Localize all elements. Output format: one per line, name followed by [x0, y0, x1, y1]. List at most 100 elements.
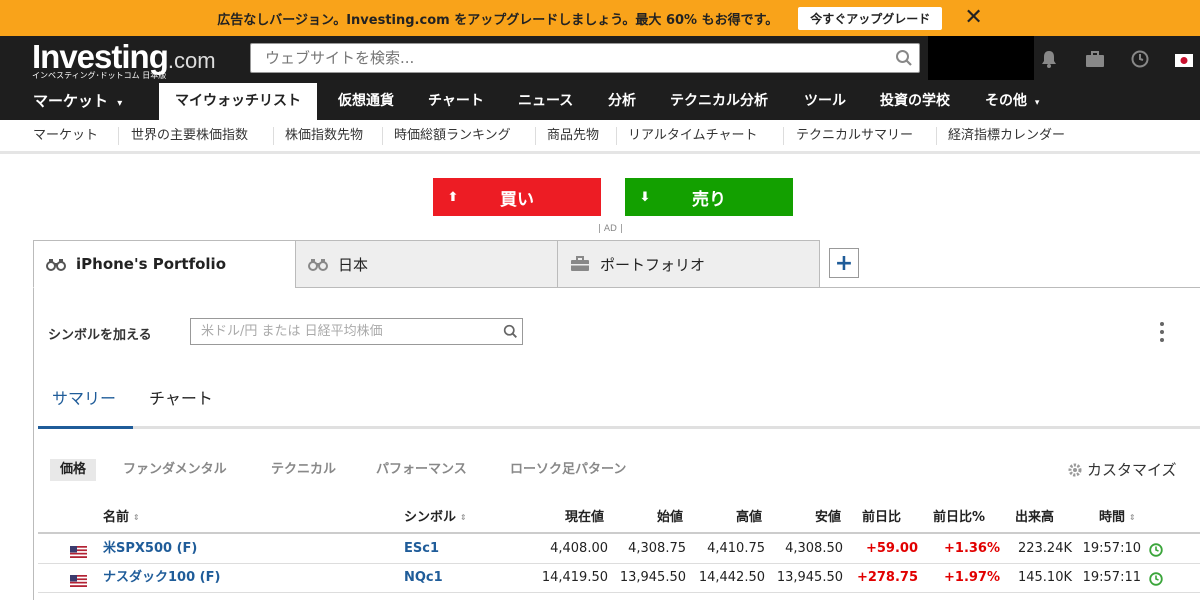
nav-education[interactable]: 投資の学校 [880, 83, 950, 120]
tab-portfolio[interactable]: ポートフォリオ [557, 240, 820, 288]
col-label: 時間 [1099, 510, 1126, 525]
instrument-name-link[interactable]: 米SPX500 (F) [103, 535, 197, 563]
search-icon[interactable] [889, 49, 919, 67]
col-high[interactable]: 高値 [736, 506, 762, 525]
user-area[interactable] [928, 36, 1034, 80]
customize-button[interactable]: カスタマイズ [1067, 459, 1177, 480]
instrument-symbol[interactable]: NQc1 [404, 564, 443, 592]
sell-label: 売り [692, 189, 726, 210]
logo[interactable]: Investing.com インベスティング･ドットコム 日本版 [32, 38, 216, 80]
tab-iphone-portfolio[interactable]: iPhone's Portfolio [33, 240, 296, 288]
nav-watchlist[interactable]: マイウォッチリスト [159, 83, 317, 120]
us-flag-icon [70, 543, 87, 558]
instrument-symbol[interactable]: ESc1 [404, 535, 439, 563]
col-name[interactable]: 名前 ⇕ [103, 506, 140, 525]
tab-chart[interactable]: チャート [149, 385, 213, 409]
logo-subtitle: インベスティング･ドットコム 日本版 [32, 71, 167, 80]
filter-price[interactable]: 価格 [50, 459, 97, 481]
chevron-down-icon: ▾ [117, 98, 123, 109]
subnav-item[interactable]: マーケット [33, 120, 98, 151]
add-tab-button[interactable]: + [829, 248, 859, 278]
tab-label: ポートフォリオ [600, 255, 706, 274]
arrow-up-icon: ⬆ [447, 189, 459, 205]
add-symbol-input[interactable] [199, 323, 498, 340]
bell-icon[interactable] [1041, 50, 1057, 72]
clock-icon [1149, 571, 1163, 590]
nav-charts[interactable]: チャート [428, 83, 484, 120]
subnav-item[interactable]: 株価指数先物 [285, 120, 363, 151]
sort-icon: ⇕ [460, 513, 467, 522]
table-header-divider [38, 532, 1200, 534]
col-time[interactable]: 時間 ⇕ [1099, 506, 1136, 525]
tab-summary[interactable]: サマリー [52, 385, 116, 409]
upgrade-button[interactable]: 今すぐアップグレード [798, 6, 943, 30]
separator [616, 127, 617, 145]
nav-news[interactable]: ニュース [518, 83, 573, 120]
active-tab-indicator [38, 426, 133, 429]
cell-chg: +59.00 [865, 541, 918, 556]
sell-button[interactable]: ⬇ 売り [625, 178, 793, 216]
col-low[interactable]: 安値 [815, 506, 841, 525]
briefcase-icon[interactable] [1085, 50, 1105, 72]
promo-bar: 広告なしバージョン。Investing.com をアップグレードしましょう。最大… [0, 0, 1200, 36]
tab-japan[interactable]: 日本 [295, 240, 558, 288]
subnav-item[interactable]: 経済指標カレンダー [948, 120, 1065, 151]
site-search [250, 43, 920, 73]
sub-nav: マーケット 世界の主要株価指数 株価指数先物 時価総額ランキング 商品先物 リア… [0, 120, 1200, 154]
nav-tools[interactable]: ツール [804, 83, 846, 120]
nav-markets[interactable]: マーケット ▾ [33, 83, 122, 120]
nav-label: その他 [985, 93, 1027, 109]
main-nav: マーケット ▾ マイウォッチリスト 仮想通貨 チャート ニュース 分析 テクニカ… [0, 83, 1200, 120]
col-symbol[interactable]: シンボル ⇕ [404, 506, 467, 525]
cell-time: 19:57:11 [1082, 570, 1141, 585]
col-last[interactable]: 現在値 [565, 506, 604, 525]
clock-icon[interactable] [1131, 50, 1149, 72]
tab-divider [133, 426, 1200, 429]
table-row[interactable]: 米SPX500 (F) ESc1 4,408.00 4,308.75 4,410… [38, 535, 1200, 564]
filter-technical[interactable]: テクニカル [261, 459, 346, 481]
subnav-item[interactable]: 世界の主要株価指数 [131, 120, 248, 151]
logo-com: .com [167, 48, 216, 73]
sort-icon: ⇕ [1129, 513, 1136, 522]
search-input[interactable] [263, 48, 889, 68]
separator [118, 127, 119, 145]
cell-open: 13,945.50 [619, 570, 686, 585]
col-open[interactable]: 始値 [657, 506, 683, 525]
filter-fundamental[interactable]: ファンダメンタル [113, 459, 237, 481]
search-icon[interactable] [498, 324, 522, 339]
instrument-name-link[interactable]: ナスダック100 (F) [103, 564, 220, 592]
col-label: シンボル [404, 510, 457, 525]
subnav-item[interactable]: テクニカルサマリー [796, 120, 913, 151]
customize-label: カスタマイズ [1087, 461, 1177, 479]
col-volume[interactable]: 出来高 [1015, 506, 1054, 525]
sort-icon: ⇕ [133, 513, 140, 522]
clock-icon [1149, 542, 1163, 561]
more-options-icon[interactable] [1158, 322, 1166, 342]
col-chg[interactable]: 前日比 [862, 506, 901, 525]
promo-text: 広告なしバージョン。Investing.com をアップグレードしましょう。最大… [217, 12, 779, 28]
subnav-item[interactable]: リアルタイムチャート [628, 120, 757, 151]
japan-flag-icon[interactable] [1175, 52, 1193, 71]
cell-time: 19:57:10 [1082, 541, 1141, 556]
subnav-item[interactable]: 時価総額ランキング [394, 120, 511, 151]
table-row[interactable]: ナスダック100 (F) NQc1 14,419.50 13,945.50 14… [38, 564, 1200, 593]
col-chg-pct[interactable]: 前日比% [933, 506, 985, 525]
header: Investing.com インベスティング･ドットコム 日本版 [0, 36, 1200, 83]
nav-analysis[interactable]: 分析 [608, 83, 636, 120]
buy-button[interactable]: ⬆ 買い [433, 178, 601, 216]
close-icon[interactable]: ✕ [964, 7, 982, 29]
chevron-down-icon: ▾ [1034, 98, 1040, 108]
separator [936, 127, 937, 145]
subnav-item[interactable]: 商品先物 [547, 120, 599, 151]
separator [382, 127, 383, 145]
filter-performance[interactable]: パフォーマンス [366, 459, 477, 481]
gear-icon [1067, 462, 1083, 478]
nav-technical[interactable]: テクニカル分析 [670, 83, 768, 120]
us-flag-icon [70, 572, 87, 587]
nav-more[interactable]: その他 ▾ [985, 83, 1039, 120]
separator [783, 127, 784, 145]
filter-candlestick[interactable]: ローソク足パターン [500, 459, 636, 481]
cell-high: 4,410.75 [707, 541, 765, 556]
nav-crypto[interactable]: 仮想通貨 [338, 83, 394, 120]
buy-label: 買い [500, 189, 534, 210]
